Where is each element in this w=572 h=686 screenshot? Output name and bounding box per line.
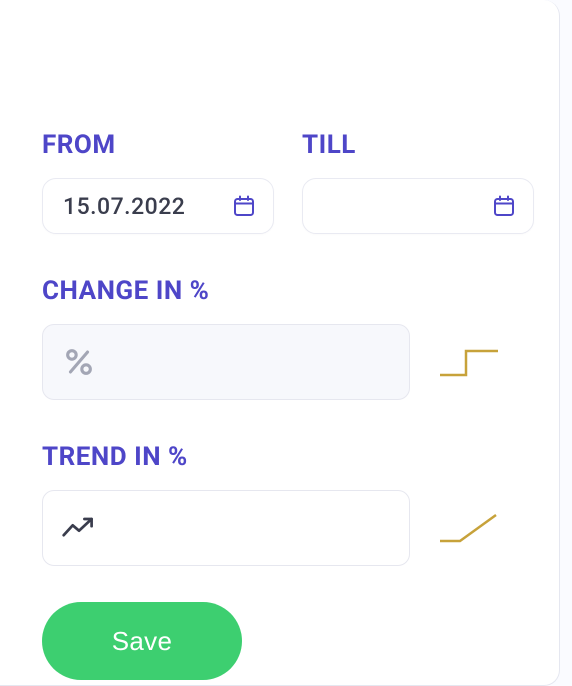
trend-row xyxy=(42,490,519,566)
change-label: CHANGE IN % xyxy=(42,276,519,306)
trend-input[interactable] xyxy=(42,490,410,566)
change-input[interactable] xyxy=(42,324,410,400)
calendar-icon xyxy=(231,193,257,219)
change-row xyxy=(42,324,519,400)
till-date-input[interactable] xyxy=(302,178,534,234)
percent-icon xyxy=(61,344,97,380)
from-date-input[interactable]: 15.07.2022 xyxy=(42,178,274,234)
till-label: TILL xyxy=(302,130,534,160)
trend-up-icon xyxy=(61,510,97,546)
from-label: FROM xyxy=(42,130,274,160)
step-chart-icon xyxy=(438,342,500,382)
ramp-chart-icon xyxy=(438,508,500,548)
date-row: FROM 15.07.2022 TILL xyxy=(42,40,519,234)
form-card: FROM 15.07.2022 TILL xyxy=(0,0,560,686)
till-field: TILL xyxy=(302,40,534,234)
from-date-value: 15.07.2022 xyxy=(63,193,185,220)
save-button[interactable]: Save xyxy=(42,602,242,680)
trend-label: TREND IN % xyxy=(42,442,519,472)
calendar-icon xyxy=(491,193,517,219)
from-field: FROM 15.07.2022 xyxy=(42,40,274,234)
